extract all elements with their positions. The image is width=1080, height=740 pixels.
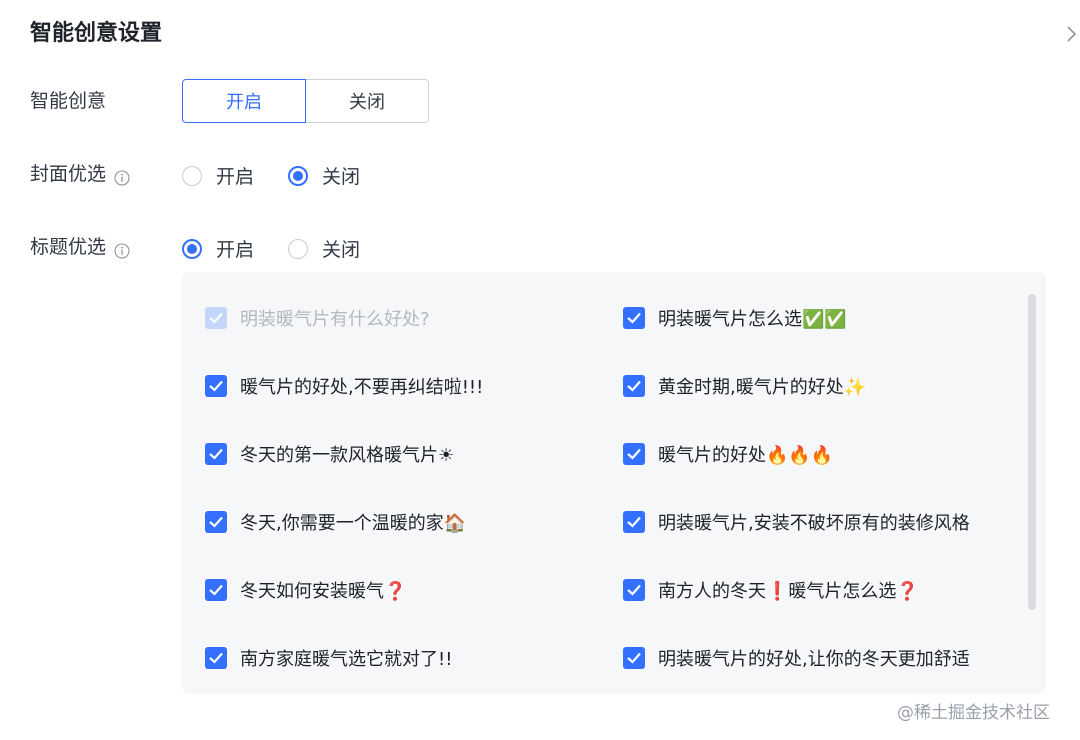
checkbox-checked-icon[interactable]: [623, 375, 645, 397]
title-candidate-list: [182, 272, 1046, 694]
checkbox-checked-icon[interactable]: [205, 307, 227, 329]
info-icon[interactable]: [114, 166, 130, 186]
title-pick-off-option[interactable]: 关闭: [288, 235, 360, 262]
title-pick-on-label: 开启: [216, 239, 255, 261]
title-pick-label: 标题优选: [30, 236, 107, 258]
title-option-text: 黄金时期,暖气片的好处✨: [658, 377, 867, 398]
checkbox-checked-icon[interactable]: [205, 375, 227, 397]
cover-pick-radio-group: 开启 关闭: [182, 162, 394, 189]
cover-pick-on-label: 开启: [216, 166, 255, 188]
title-pick-off-label: 关闭: [322, 239, 361, 261]
radio-selected-icon[interactable]: [182, 238, 202, 259]
title-option-left-1[interactable]: 明装暖气片有什么好处?: [205, 305, 430, 331]
title-option-left-2[interactable]: 暖气片的好处,不要再纠结啦!!!: [205, 373, 483, 399]
checkbox-checked-icon[interactable]: [205, 511, 227, 533]
cover-pick-off-label: 关闭: [322, 166, 361, 188]
checkbox-checked-icon[interactable]: [205, 647, 227, 669]
title-option-left-3[interactable]: 冬天的第一款风格暖气片☀: [205, 441, 454, 467]
title-option-right-2[interactable]: 黄金时期,暖气片的好处✨: [623, 373, 866, 399]
radio-off-icon[interactable]: [288, 238, 309, 259]
title-option-text: 冬天如何安装暖气❓: [240, 581, 407, 602]
title-option-left-5[interactable]: 冬天如何安装暖气❓: [205, 577, 406, 603]
checkbox-checked-icon[interactable]: [623, 647, 645, 669]
smart-creative-label: 智能创意: [30, 90, 107, 112]
title-option-right-5[interactable]: 南方人的冬天❗暖气片怎么选❓: [623, 577, 919, 603]
title-option-text: 冬天的第一款风格暖气片☀: [240, 445, 455, 466]
title-pick-radio-group: 开启 关闭: [182, 235, 394, 262]
checkbox-checked-icon[interactable]: [623, 511, 645, 533]
smart-creative-on-button[interactable]: 开启: [182, 79, 306, 123]
title-option-right-4[interactable]: 明装暖气片,安装不破坏原有的装修风格: [623, 509, 970, 535]
title-option-text: 暖气片的好处,不要再纠结啦!!!: [240, 377, 484, 398]
chevron-right-icon[interactable]: [1062, 22, 1080, 46]
cover-pick-off-option[interactable]: 关闭: [288, 162, 360, 189]
title-pick-on-option[interactable]: 开启: [182, 235, 254, 262]
cover-pick-label: 封面优选: [30, 163, 107, 185]
title-option-text: 南方人的冬天❗暖气片怎么选❓: [658, 581, 919, 602]
title-option-text: 明装暖气片,安装不破坏原有的装修风格: [658, 513, 970, 534]
title-option-text: 南方家庭暖气选它就对了!!: [240, 649, 453, 670]
title-option-right-6[interactable]: 明装暖气片的好处,让你的冬天更加舒适: [623, 645, 970, 671]
title-option-left-4[interactable]: 冬天,你需要一个温暖的家🏠: [205, 509, 466, 535]
radio-off-icon[interactable]: [182, 165, 202, 186]
title-pick-row-label: 标题优选: [30, 233, 130, 261]
smart-creative-toggle: 开启 关闭: [182, 79, 429, 123]
smart-creative-off-button[interactable]: 关闭: [306, 79, 429, 123]
cover-pick-row-label: 封面优选: [30, 160, 130, 188]
title-option-left-6[interactable]: 南方家庭暖气选它就对了!!: [205, 645, 452, 671]
title-option-text: 暖气片的好处🔥🔥🔥: [658, 445, 834, 466]
title-option-text: 明装暖气片的好处,让你的冬天更加舒适: [658, 649, 970, 670]
title-option-text: 冬天,你需要一个温暖的家🏠: [240, 513, 467, 534]
cover-pick-on-option[interactable]: 开启: [182, 162, 254, 189]
checkbox-checked-icon[interactable]: [205, 443, 227, 465]
info-icon[interactable]: [114, 239, 130, 259]
title-option-right-3[interactable]: 暖气片的好处🔥🔥🔥: [623, 441, 833, 467]
list-scrollbar[interactable]: [1028, 294, 1036, 610]
watermark-text: @稀土掘金技术社区: [897, 703, 1050, 723]
panel-title: 智能创意设置: [30, 21, 163, 46]
title-option-text: 明装暖气片怎么选✅✅: [658, 309, 847, 330]
checkbox-checked-icon[interactable]: [623, 579, 645, 601]
title-option-right-1[interactable]: 明装暖气片怎么选✅✅: [623, 305, 847, 331]
checkbox-checked-icon[interactable]: [205, 579, 227, 601]
radio-selected-icon[interactable]: [288, 165, 309, 186]
title-option-text: 明装暖气片有什么好处?: [240, 309, 430, 330]
smart-creative-settings-panel: 智能创意设置 智能创意 开启 关闭 封面优选 开启 关闭 标题优选 开启 关闭 …: [0, 0, 1080, 740]
checkbox-checked-icon[interactable]: [623, 307, 645, 329]
checkbox-checked-icon[interactable]: [623, 443, 645, 465]
